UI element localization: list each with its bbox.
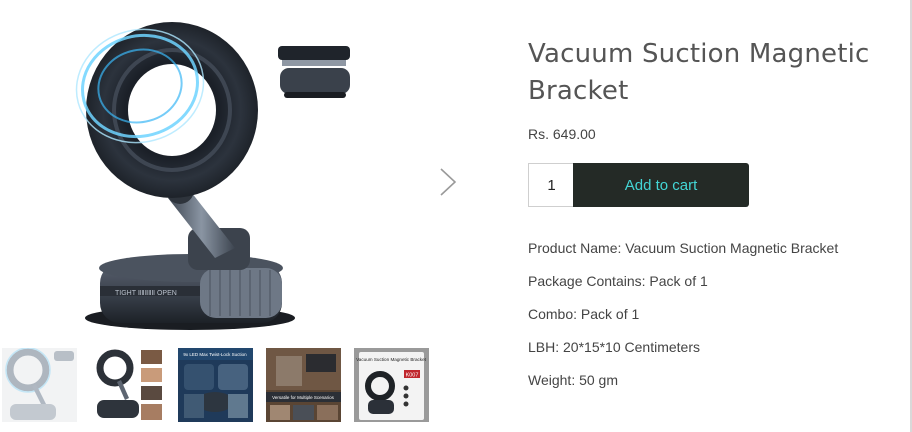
main-product-image[interactable]: TIGHT ⅡⅡⅡⅡⅡ OPEN: [60, 18, 370, 336]
detail-weight: Weight: 50 gm: [528, 372, 619, 388]
product-price: Rs. 649.00: [528, 126, 596, 142]
thumbnail-2[interactable]: [89, 348, 164, 422]
thumbnail-3[interactable]: 9x LED Max Twist-Lock Suction: [178, 348, 253, 422]
detail-product-name: Product Name: Vacuum Suction Magnetic Br…: [528, 240, 839, 256]
detail-dimensions: LBH: 20*15*10 Centimeters: [528, 339, 700, 355]
quantity-input[interactable]: [528, 163, 574, 207]
thumbnail-5[interactable]: Vacuum Suction Magnetic Bracket K007: [354, 348, 429, 422]
product-details: Product Name: Vacuum Suction Magnetic Br…: [528, 240, 838, 405]
thumbnail-strip: 9x LED Max Twist-Lock Suction Versatile …: [0, 348, 440, 424]
add-to-cart-button[interactable]: Add to cart: [573, 163, 749, 207]
thumbnail-5-badge: K007: [406, 373, 419, 379]
thumbnail-4[interactable]: Versatile for Multiple Scenarios: [266, 348, 341, 422]
detail-package-contains: Package Contains: Pack of 1: [528, 273, 708, 289]
thumbnail-4-caption: Versatile for Multiple Scenarios: [272, 395, 335, 400]
thumbnail-1[interactable]: [2, 348, 77, 422]
svg-text:TIGHT ⅡⅡⅡⅡⅡ OPEN: TIGHT ⅡⅡⅡⅡⅡ OPEN: [115, 290, 177, 297]
product-gallery: TIGHT ⅡⅡⅡⅡⅡ OPEN 9x LED Max Twist-Lock S…: [0, 0, 470, 432]
thumbnail-5-caption: Vacuum Suction Magnetic Bracket: [356, 357, 427, 362]
product-title: Vacuum Suction Magnetic Bracket: [528, 39, 870, 106]
detail-combo: Combo: Pack of 1: [528, 306, 640, 322]
next-image-arrow[interactable]: [433, 163, 463, 201]
chevron-right-icon: [440, 168, 457, 196]
thumbnail-3-caption: 9x LED Max Twist-Lock Suction: [183, 352, 247, 357]
